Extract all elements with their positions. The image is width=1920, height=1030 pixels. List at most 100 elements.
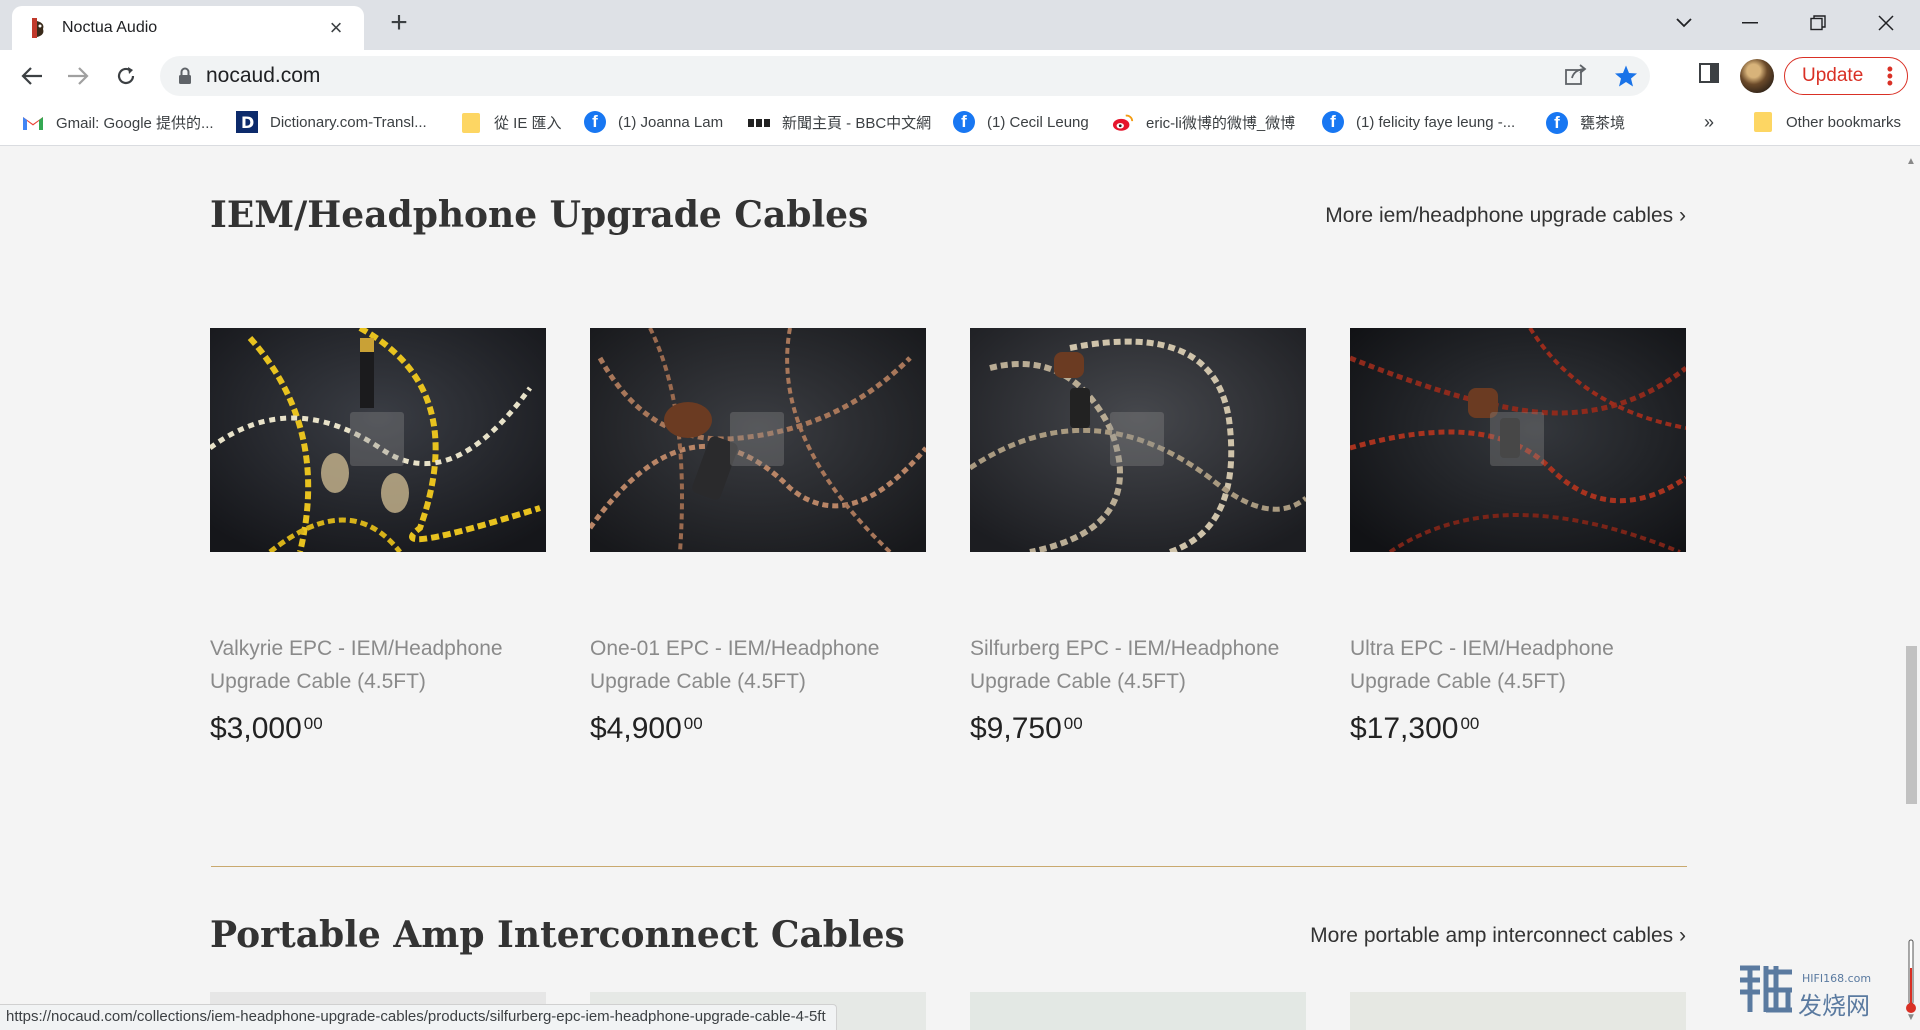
update-button[interactable]: Update • • • (1784, 57, 1908, 95)
tab-title: Noctua Audio (62, 19, 158, 36)
back-icon[interactable] (14, 58, 50, 94)
browser-toolbar: nocaud.com Update • • • (0, 50, 1920, 102)
bookmark-label: Dictionary.com-Transl... (270, 113, 427, 131)
price-main: $3,000 (210, 712, 302, 745)
update-label: Update (1802, 65, 1864, 86)
more-amp-cables-link[interactable]: More portable amp interconnect cables › (1310, 924, 1686, 948)
price-cents: 00 (1063, 714, 1083, 733)
product-card[interactable]: Ultra EPC - IEM/Headphone Upgrade Cable … (1350, 328, 1686, 746)
price-main: $9,750 (970, 712, 1062, 745)
scrollbar-thumb[interactable] (1906, 646, 1917, 804)
bookmark-label: (1) Cecil Leung (987, 113, 1089, 131)
facebook-icon: f (1322, 111, 1344, 133)
address-bar[interactable]: nocaud.com (160, 56, 1650, 96)
weibo-icon (1112, 113, 1134, 133)
bookmarks-overflow-icon[interactable]: » (1704, 112, 1714, 133)
gmail-icon (22, 113, 44, 133)
other-bookmarks[interactable]: Other bookmarks (1752, 112, 1901, 132)
other-bookmarks-label: Other bookmarks (1786, 113, 1902, 131)
product-card[interactable]: Valkyrie EPC - IEM/Headphone Upgrade Cab… (210, 328, 546, 746)
facebook-icon: f (1546, 111, 1568, 134)
product-card[interactable]: Silfurberg EPC - IEM/Headphone Upgrade C… (970, 328, 1306, 746)
new-tab-icon[interactable]: + (383, 8, 415, 40)
product-image-partial[interactable] (1350, 992, 1686, 1030)
product-name-line: Ultra EPC - IEM/Headphone (1350, 637, 1614, 660)
product-card[interactable]: One-01 EPC - IEM/Headphone Upgrade Cable… (590, 328, 926, 746)
watermark-logo (1490, 412, 1544, 466)
product-name[interactable]: One-01 EPC - IEM/Headphone Upgrade Cable… (590, 632, 926, 698)
product-price: $9,750 00 (970, 712, 1306, 746)
hifi168-watermark: HIFI168.com 发烧网 (1736, 960, 1886, 1020)
share-icon[interactable] (1564, 64, 1588, 93)
tab-strip: Noctua Audio × + (0, 0, 1920, 50)
restore-icon[interactable] (1796, 6, 1840, 40)
bookmark-label: 新聞主頁 - BBC中文網 (782, 115, 932, 132)
forward-icon[interactable] (60, 58, 96, 94)
product-name-line: Valkyrie EPC - IEM/Headphone (210, 637, 503, 660)
facebook-icon: f (953, 111, 975, 133)
profile-avatar[interactable] (1740, 59, 1774, 93)
noctua-favicon-icon (28, 17, 48, 39)
tab-close-icon[interactable]: × (324, 15, 348, 41)
lock-icon[interactable] (178, 67, 192, 85)
close-window-icon[interactable] (1864, 6, 1908, 40)
bookmark-tea[interactable]: f 甕茶境 (1546, 111, 1625, 134)
price-cents: 00 (683, 714, 703, 733)
browser-tab[interactable]: Noctua Audio × (12, 6, 364, 50)
bookmark-bbc[interactable]: 新聞主頁 - BBC中文網 (748, 112, 931, 133)
product-name-line: One-01 EPC - IEM/Headphone (590, 637, 880, 660)
page-viewport: IEM/Headphone Upgrade Cables More iem/he… (0, 146, 1920, 1030)
watermark-logo (1110, 412, 1164, 466)
product-image[interactable] (590, 328, 926, 552)
minimize-icon[interactable] (1728, 6, 1772, 40)
bookmark-star-icon[interactable] (1614, 64, 1638, 93)
menu-dots-icon[interactable]: • • • (1887, 60, 1893, 92)
link-status-bar: https://nocaud.com/collections/iem-headp… (0, 1004, 837, 1030)
url-text: nocaud.com (206, 64, 321, 87)
bookmark-gmail[interactable]: Gmail: Google 提供的... (22, 112, 214, 133)
product-name-line: Upgrade Cable (4.5FT) (590, 670, 806, 693)
more-iem-cables-link[interactable]: More iem/headphone upgrade cables › (1325, 204, 1686, 228)
bookmark-dictionary[interactable]: D Dictionary.com-Transl... (236, 111, 427, 133)
bbc-icon (748, 113, 770, 133)
watermark-logo (350, 412, 404, 466)
product-name-line: Upgrade Cable (4.5FT) (210, 670, 426, 693)
product-name[interactable]: Silfurberg EPC - IEM/Headphone Upgrade C… (970, 632, 1306, 698)
section-title: Portable Amp Interconnect Cables (210, 914, 905, 956)
product-price: $4,900 00 (590, 712, 926, 746)
bookmark-weibo[interactable]: eric-li微博的微博_微博 (1112, 112, 1295, 133)
bookmark-joanna[interactable]: f (1) Joanna Lam (584, 111, 724, 133)
bookmark-label: (1) felicity faye leung -... (1356, 113, 1516, 131)
product-name[interactable]: Valkyrie EPC - IEM/Headphone Upgrade Cab… (210, 632, 546, 698)
bookmark-ie-folder[interactable]: 從 IE 匯入 (460, 112, 562, 133)
price-cents: 00 (303, 714, 323, 733)
bookmark-label: (1) Joanna Lam (618, 113, 724, 131)
scroll-up-icon[interactable]: ▲ (1906, 156, 1916, 167)
watermark-domain: HIFI168.com (1802, 972, 1872, 985)
side-panel-icon[interactable] (1698, 62, 1720, 84)
bookmark-cecil[interactable]: f (1) Cecil Leung (953, 111, 1089, 133)
watermark-text: 发烧网 (1798, 993, 1870, 1020)
bookmark-felicity[interactable]: f (1) felicity faye leung -... (1322, 111, 1516, 133)
section-divider (211, 866, 1687, 867)
section-title: IEM/Headphone Upgrade Cables (210, 194, 869, 236)
svg-text:D: D (241, 113, 254, 132)
product-image[interactable] (210, 328, 546, 552)
product-name[interactable]: Ultra EPC - IEM/Headphone Upgrade Cable … (1350, 632, 1686, 698)
product-price: $17,300 00 (1350, 712, 1686, 746)
reload-icon[interactable] (108, 58, 144, 94)
product-name-line: Upgrade Cable (4.5FT) (1350, 670, 1566, 693)
page-scrollbar[interactable]: ▲ ▼ (1903, 146, 1920, 1030)
product-image-partial[interactable] (970, 992, 1306, 1030)
facebook-icon: f (584, 111, 606, 133)
hifi168-logo-icon (1740, 965, 1792, 1013)
price-cents: 00 (1460, 714, 1480, 733)
price-main: $17,300 (1350, 712, 1459, 745)
product-name-line: Upgrade Cable (4.5FT) (970, 670, 1186, 693)
product-image[interactable] (1350, 328, 1686, 552)
bookmarks-bar: Gmail: Google 提供的... D Dictionary.com-Tr… (0, 102, 1920, 146)
watermark-logo (730, 412, 784, 466)
product-name-line: Silfurberg EPC - IEM/Headphone (970, 637, 1280, 660)
product-image[interactable] (970, 328, 1306, 552)
tab-search-icon[interactable] (1662, 6, 1706, 40)
